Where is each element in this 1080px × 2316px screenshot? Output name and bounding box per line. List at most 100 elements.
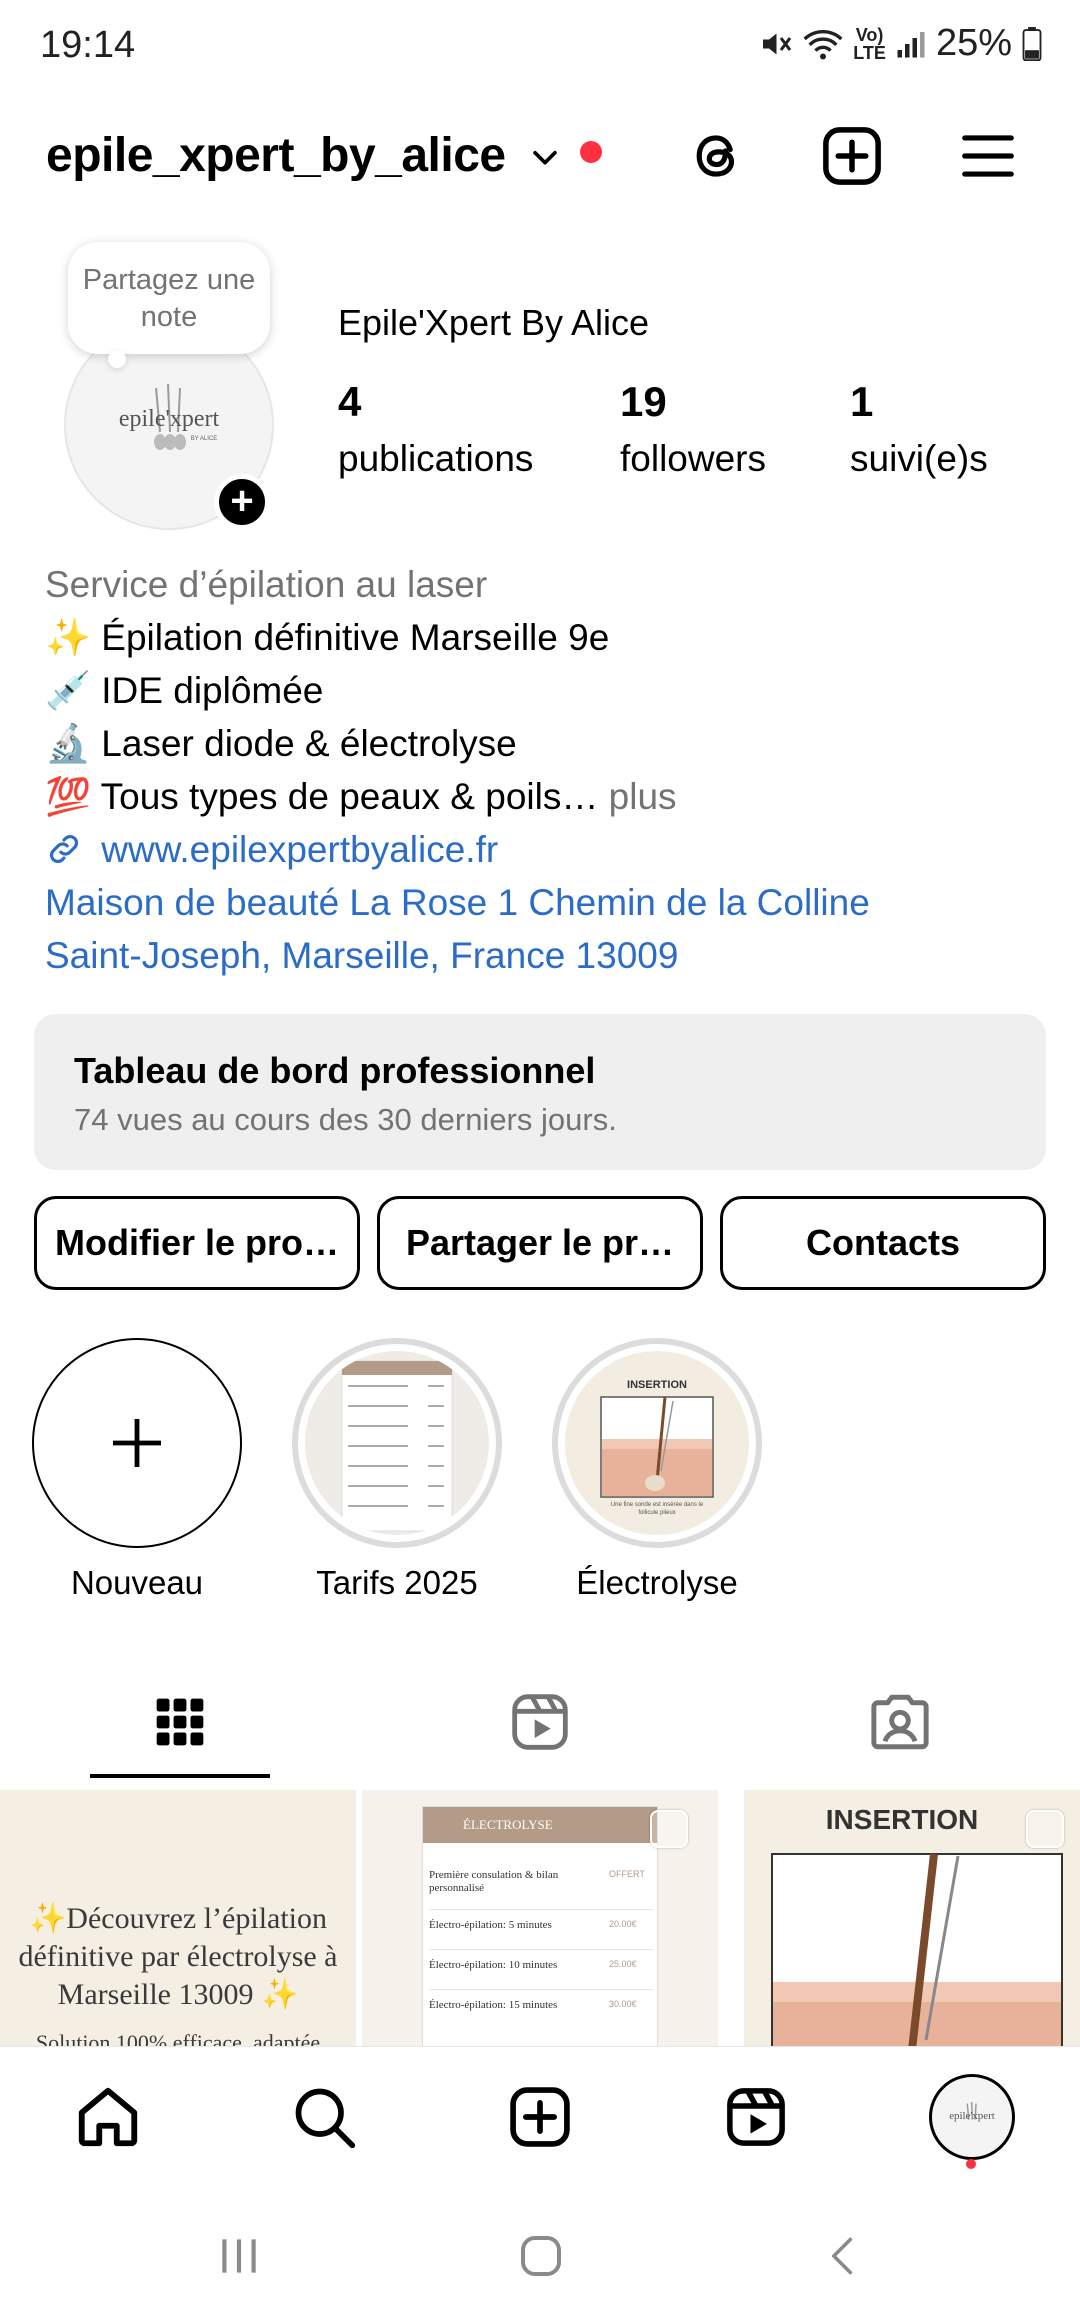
highlight-label: Tarifs 2025	[316, 1564, 478, 1601]
professional-dashboard[interactable]: Tableau de bord professionnel 74 vues au…	[34, 1014, 1046, 1170]
stat-following[interactable]: 1 suivi(e)s	[850, 378, 988, 480]
menu-icon[interactable]	[952, 120, 1024, 192]
dashboard-subtitle: 74 vues au cours des 30 derniers jours.	[74, 1102, 617, 1137]
bio-address[interactable]: Maison de beauté La Rose 1 Chemin de la …	[45, 876, 1045, 982]
create-icon[interactable]	[816, 120, 888, 192]
posts-grid: ✨Découvrez l’épilation définitive par él…	[0, 1790, 1080, 2046]
sparkles-icon: ✨	[45, 617, 92, 658]
price-row-label: Électro-épilation: 10 minutes	[429, 1959, 558, 1971]
profile-tabs	[0, 1664, 1080, 1784]
highlight-new[interactable]: Nouveau	[32, 1338, 242, 1601]
signal-icon	[896, 28, 926, 60]
bio-category: Service d’épilation au laser	[45, 564, 488, 605]
volte-icon: Vo) LTE	[853, 24, 886, 63]
create-post-icon[interactable]	[500, 2077, 580, 2157]
notification-dot	[580, 141, 602, 163]
active-tab-indicator	[90, 1774, 270, 1778]
post-text-line: définitive par électrolyse à	[18, 1940, 338, 1973]
stat-followers-value: 19	[620, 378, 667, 425]
post-text-line: Solution 100% efficace, adaptée	[35, 2030, 321, 2046]
contacts-button[interactable]: Contacts	[720, 1196, 1046, 1290]
home-button-icon[interactable]	[506, 2226, 576, 2286]
bio-website-text: www.epilexpertbyalice.fr	[101, 829, 499, 870]
post-tile[interactable]: ÉLECTROLYSE Première consulation & bilan…	[362, 1790, 718, 2046]
highlight-electrolyse[interactable]: INSERTION Une fine sonde est insérée dan…	[552, 1338, 762, 1601]
price-row-label: Électro-épilation: 15 minutes	[429, 1999, 558, 2011]
profile-notification-dot	[966, 2159, 976, 2169]
bio-line-text: IDE diplômée	[101, 670, 324, 711]
syringe-icon: 💉	[45, 670, 92, 711]
highlight-label: Électrolyse	[576, 1564, 738, 1601]
recents-icon[interactable]	[204, 2226, 274, 2286]
status-icons: Vo) LTE 25%	[757, 22, 1042, 65]
system-nav	[0, 2186, 1080, 2316]
tagged-icon[interactable]	[860, 1682, 940, 1762]
stat-posts-label: publications	[338, 438, 534, 479]
highlight-tarifs[interactable]: Tarifs 2025	[292, 1338, 502, 1601]
post-title: INSERTION	[825, 1804, 979, 1835]
bio-line-text: Tous types de peaux & poils…	[100, 776, 599, 817]
svg-text:epile'xpert: epile'xpert	[119, 406, 220, 432]
bio-line: ✨ Épilation définitive Marseille 9e	[45, 611, 1045, 664]
carousel-icon	[650, 1810, 688, 1848]
avatar-logo-small: epile'xpert	[949, 2102, 995, 2122]
highlight-tarifs-thumb	[305, 1351, 489, 1535]
highlight-tarifs-circle	[292, 1338, 502, 1548]
stat-posts[interactable]: 4 publications	[338, 378, 533, 480]
highlight-electrolyse-thumb: INSERTION Une fine sonde est insérée dan…	[565, 1351, 749, 1535]
highlight-new-circle	[32, 1338, 242, 1548]
link-icon	[45, 823, 91, 876]
share-profile-button[interactable]: Partager le pr…	[377, 1196, 703, 1290]
post-tile[interactable]: ✨Découvrez l’épilation définitive par él…	[0, 1790, 356, 2046]
bio-website[interactable]: www.epilexpertbyalice.fr	[45, 823, 1045, 876]
chevron-down-icon[interactable]	[528, 140, 562, 179]
battery-percent: 25%	[935, 22, 1012, 64]
svg-text:BY ALICE: BY ALICE	[191, 436, 218, 442]
post-tile[interactable]: INSERTION	[744, 1790, 1080, 2046]
price-row-value: OFFERT	[609, 1869, 645, 1879]
account-switcher[interactable]: epile_xpert_by_alice	[46, 128, 506, 183]
price-row-value: 30.00€	[609, 1999, 637, 2009]
status-time: 19:14	[40, 24, 136, 66]
bio-more-button[interactable]: plus	[609, 776, 677, 817]
mute-icon	[757, 26, 793, 62]
bio-address-line: Saint-Joseph, Marseille, France 13009	[45, 935, 679, 976]
highlight-label: Nouveau	[70, 1564, 204, 1601]
price-card: ÉLECTROLYSE Première consulation & bilan…	[422, 1806, 658, 2046]
bio-line-text: Épilation définitive Marseille 9e	[101, 617, 610, 658]
post-text-line: Marseille 13009 ✨	[57, 1978, 299, 2011]
display-name: Epile'Xpert By Alice	[338, 302, 650, 343]
highlight-thumb-caption: Une fine sonde est insérée dans le folli…	[610, 1502, 704, 1516]
reels-icon[interactable]	[500, 1682, 580, 1762]
highlight-electrolyse-circle: INSERTION Une fine sonde est insérée dan…	[552, 1338, 762, 1548]
plus-icon	[113, 1419, 161, 1467]
profile-avatar[interactable]: epile'xpert	[928, 2073, 1016, 2161]
stat-following-label: suivi(e)s	[850, 438, 988, 479]
hundred-icon: 💯	[45, 776, 92, 817]
profile-header: epile_xpert_by_alice	[0, 110, 1080, 202]
note-bubble[interactable]: Partagez une note	[68, 242, 270, 354]
grid-icon[interactable]	[140, 1682, 220, 1762]
stat-followers[interactable]: 19 followers	[620, 378, 766, 480]
price-row-value: 25.00€	[609, 1959, 637, 1969]
price-row-value: 20.00€	[609, 1919, 637, 1929]
price-row-label: Électro-épilation: 5 minutes	[429, 1919, 552, 1931]
microscope-icon: 🔬	[45, 723, 92, 764]
search-icon[interactable]	[284, 2077, 364, 2157]
threads-icon[interactable]	[680, 120, 752, 192]
add-story-button[interactable]: +	[214, 474, 270, 530]
svg-text:epile'xpert: epile'xpert	[949, 2110, 995, 2122]
price-row-label: Première consulation & bilan personnalis…	[429, 1869, 559, 1894]
reels-icon[interactable]	[716, 2077, 796, 2157]
bio-line: 🔬 Laser diode & électrolyse	[45, 717, 1045, 770]
status-bar: 19:14 Vo) LTE 25%	[0, 0, 1080, 96]
edit-profile-button[interactable]: Modifier le pro…	[34, 1196, 360, 1290]
stat-followers-label: followers	[620, 438, 766, 479]
wifi-icon	[803, 26, 843, 62]
bio-line: 💉 IDE diplômée	[45, 664, 1045, 717]
dashboard-title: Tableau de bord professionnel	[74, 1050, 596, 1091]
price-card-header: ÉLECTROLYSE	[423, 1807, 657, 1843]
battery-icon	[1022, 26, 1042, 61]
home-icon[interactable]	[68, 2077, 148, 2157]
back-icon[interactable]	[808, 2226, 878, 2286]
